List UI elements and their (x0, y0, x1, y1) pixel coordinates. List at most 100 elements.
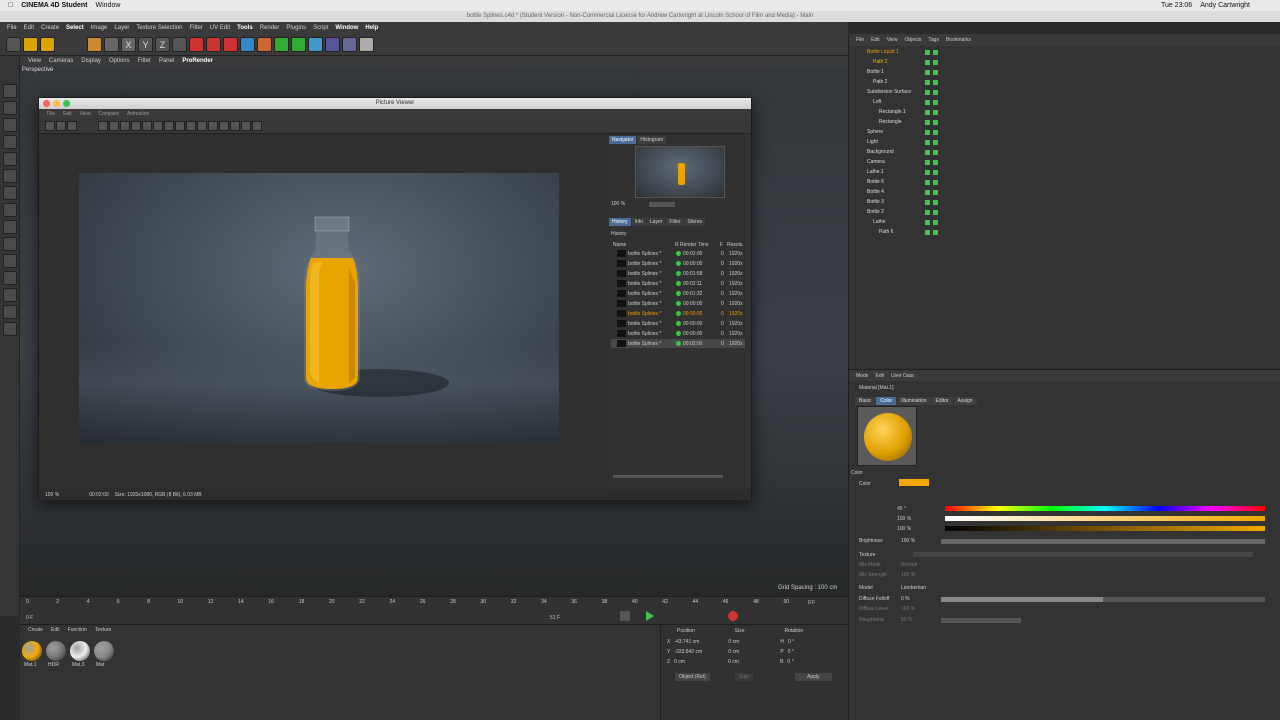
tab-filter[interactable]: Filter (666, 218, 684, 226)
viewport-menu-panel[interactable]: Panel (159, 58, 174, 64)
pv-tool-1[interactable] (56, 121, 66, 131)
mix-mode-value[interactable]: Normal (901, 562, 917, 568)
position-field[interactable]: -333.842 cm (674, 649, 724, 655)
brightness-slider[interactable] (941, 539, 1265, 544)
toolbar-button-10[interactable] (206, 37, 221, 52)
color-swatch[interactable] (899, 479, 929, 486)
toolbar-button-15[interactable] (291, 37, 306, 52)
viewport-menu-view[interactable]: View (28, 58, 41, 64)
h-value[interactable]: 45 ° (897, 506, 906, 512)
menu-uv-edit[interactable]: UV Edit (210, 25, 230, 31)
size-field[interactable]: 0 cm (728, 649, 776, 655)
visibility-check-icon[interactable] (925, 59, 930, 65)
left-tool-10[interactable] (3, 254, 17, 268)
tab-stereo[interactable]: Stereo (684, 218, 706, 226)
menu-render[interactable]: Render (260, 25, 280, 31)
pv-tool-13[interactable] (208, 121, 218, 131)
apple-icon[interactable]:  (8, 2, 13, 9)
left-tool-12[interactable] (3, 288, 17, 302)
tab-histogram[interactable]: Histogram (637, 136, 667, 144)
viewport-menu-cameras[interactable]: Cameras (49, 58, 73, 64)
object-row[interactable]: Path 6 (849, 227, 1269, 237)
enable-check-icon[interactable] (933, 49, 938, 55)
history-row[interactable]: bottle Splines * 00:00:00 0 1920x (611, 299, 745, 308)
apply-button[interactable]: Apply (795, 673, 832, 681)
minimize-button[interactable] (53, 100, 60, 107)
pv-tool-9[interactable] (164, 121, 174, 131)
pv-menu-edit[interactable]: Edit (63, 111, 72, 117)
object-row[interactable]: Path 2 (849, 77, 1269, 87)
visibility-check-icon[interactable] (925, 79, 930, 85)
left-tool-1[interactable] (3, 101, 17, 115)
toolbar-button-3[interactable] (87, 37, 102, 52)
viewport-menu-prorender[interactable]: ProRender (182, 58, 213, 64)
menu-create[interactable]: Create (41, 25, 59, 31)
viewport-menu-filter[interactable]: Filter (138, 58, 151, 64)
pv-tool-8[interactable] (153, 121, 163, 131)
menu-tools[interactable]: Tools (237, 25, 253, 31)
left-tool-2[interactable] (3, 118, 17, 132)
om-menu-edit[interactable]: Edit (871, 37, 880, 43)
diffuse-falloff-slider[interactable] (941, 597, 1265, 602)
om-menu-tags[interactable]: Tags (928, 37, 939, 43)
om-menu-file[interactable]: File (856, 37, 864, 43)
pv-tool-15[interactable] (230, 121, 240, 131)
object-row[interactable]: Lathe (849, 217, 1269, 227)
visibility-check-icon[interactable] (925, 109, 930, 115)
history-row[interactable]: bottle Splines * 00:02:11 0 1920x (611, 279, 745, 288)
enable-check-icon[interactable] (933, 129, 938, 135)
enable-check-icon[interactable] (933, 119, 938, 125)
enable-check-icon[interactable] (933, 59, 938, 65)
mix-strength-value[interactable]: 100 % (901, 572, 915, 578)
enable-check-icon[interactable] (933, 229, 938, 235)
tab-basic[interactable]: Basic (855, 397, 876, 405)
toolbar-button-4[interactable] (104, 37, 119, 52)
history-row[interactable]: bottle Splines * 00:02:00 0 1920x (611, 249, 745, 258)
visibility-check-icon[interactable] (925, 189, 930, 195)
viewport-menu-options[interactable]: Options (109, 58, 130, 64)
history-row[interactable]: bottle Splines * 00:00:00 0 1920x (611, 329, 745, 338)
enable-check-icon[interactable] (933, 149, 938, 155)
enable-check-icon[interactable] (933, 169, 938, 175)
rotation-field[interactable]: 0 ° (788, 639, 794, 645)
pv-tool-12[interactable] (197, 121, 207, 131)
menu-layer[interactable]: Layer (114, 25, 129, 31)
tab-navigator[interactable]: Navigator (609, 136, 637, 144)
record-icon[interactable] (728, 611, 738, 621)
pv-tool-6[interactable] (131, 121, 141, 131)
y-axis-button[interactable]: Y (138, 37, 153, 52)
enable-check-icon[interactable] (933, 139, 938, 145)
om-menu-objects[interactable]: Objects (904, 37, 921, 43)
menu-plugins[interactable]: Plugins (286, 25, 306, 31)
menu-edit[interactable]: Edit (24, 25, 34, 31)
pv-tool-7[interactable] (142, 121, 152, 131)
brightness-value[interactable]: 100 % (901, 538, 915, 544)
left-tool-0[interactable] (3, 84, 17, 98)
visibility-check-icon[interactable] (925, 149, 930, 155)
object-row[interactable]: Sphere (849, 127, 1269, 137)
attr-menu-edit[interactable]: Edit (876, 373, 885, 379)
visibility-check-icon[interactable] (925, 99, 930, 105)
hue-slider[interactable] (945, 506, 1265, 511)
mm-menu-texture[interactable]: Texture (95, 627, 111, 633)
enable-check-icon[interactable] (933, 89, 938, 95)
value-slider[interactable] (945, 526, 1265, 531)
object-row[interactable]: Rectangle.1 (849, 107, 1269, 117)
pv-tool-0[interactable] (45, 121, 55, 131)
object-row[interactable]: Light (849, 137, 1269, 147)
menu-texture-selection[interactable]: Texture Selection (136, 25, 182, 31)
object-row[interactable]: Rectangle (849, 117, 1269, 127)
toolbar-button-2[interactable] (40, 37, 55, 52)
size-field[interactable]: 0 cm (728, 639, 776, 645)
coord-mode-select[interactable]: Object (Rel) (675, 673, 710, 681)
toolbar-button-8[interactable] (172, 37, 187, 52)
model-value[interactable]: Lambertian (901, 585, 926, 591)
diffuse-falloff-value[interactable]: 0 % (901, 596, 910, 602)
visibility-check-icon[interactable] (925, 229, 930, 235)
texture-field[interactable] (913, 552, 1253, 557)
enable-check-icon[interactable] (933, 79, 938, 85)
size-mode-select[interactable]: Size (735, 673, 753, 681)
visibility-check-icon[interactable] (925, 209, 930, 215)
history-row[interactable]: bottle Splines * 00:00:00 0 1920x (611, 259, 745, 268)
material-ball[interactable] (22, 641, 42, 661)
